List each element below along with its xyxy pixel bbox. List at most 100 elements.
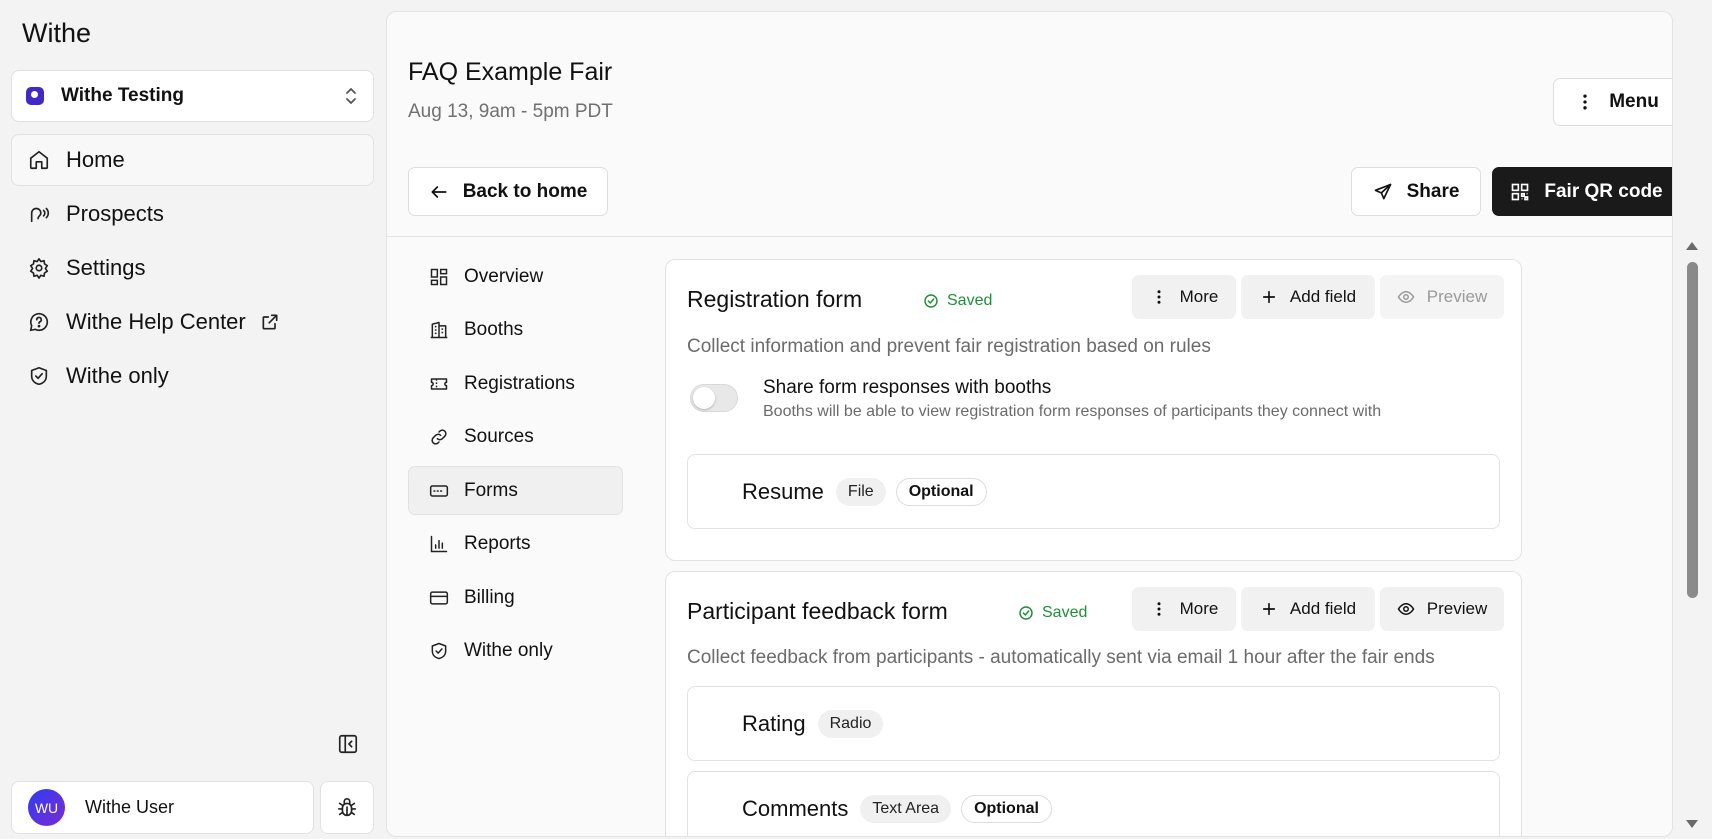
header-divider bbox=[387, 236, 1672, 237]
tab-forms[interactable]: Forms bbox=[408, 466, 623, 515]
form-title: Participant feedback form bbox=[687, 598, 948, 624]
preview-label: Preview bbox=[1426, 599, 1488, 618]
chart-icon bbox=[429, 534, 449, 554]
app-name: Withe bbox=[22, 18, 92, 48]
saved-label: Saved bbox=[947, 292, 993, 309]
sidebar-item-label: Home bbox=[66, 147, 125, 172]
main-panel: FAQ Example Fair Aug 13, 9am - 5pm PDT M… bbox=[386, 11, 1673, 837]
sidebar-item-label: Withe only bbox=[66, 363, 169, 388]
menu-button-label: Menu bbox=[1609, 91, 1659, 112]
optional-badge: Optional bbox=[895, 477, 987, 506]
form-description: Collect information and prevent fair reg… bbox=[687, 336, 1211, 357]
shield-icon bbox=[28, 365, 50, 387]
subnav-label: Reports bbox=[464, 533, 531, 554]
bug-icon bbox=[336, 797, 358, 819]
subnav-label: Registrations bbox=[464, 372, 575, 394]
check-circle-icon bbox=[1018, 605, 1034, 621]
more-button[interactable]: More bbox=[1132, 587, 1236, 631]
add-field-button[interactable]: Add field bbox=[1241, 275, 1375, 319]
back-to-home-button[interactable]: Back to home bbox=[408, 167, 608, 216]
sidebar-item-prospects[interactable]: Prospects bbox=[11, 188, 374, 240]
add-field-label: Add field bbox=[1289, 287, 1357, 306]
qr-code-icon bbox=[1510, 182, 1530, 202]
overview-icon bbox=[429, 267, 449, 287]
preview-button[interactable]: Preview bbox=[1380, 275, 1504, 319]
plus-icon bbox=[1260, 288, 1278, 306]
more-button[interactable]: More bbox=[1132, 275, 1236, 319]
scroll-down-arrow[interactable] bbox=[1686, 820, 1698, 828]
gear-icon bbox=[28, 257, 50, 279]
fair-subnav: Overview Booths Registrations Sources Fo… bbox=[408, 252, 623, 680]
tab-reports[interactable]: Reports bbox=[408, 520, 623, 569]
sidebar-item-withe-only[interactable]: Withe only bbox=[11, 350, 374, 402]
share-toggle-subtitle: Booths will be able to view registration… bbox=[763, 403, 1382, 420]
ticket-icon bbox=[429, 374, 449, 394]
share-toggle-title: Share form responses with booths bbox=[763, 377, 1052, 398]
field-type-badge: File bbox=[835, 477, 886, 506]
scroll-up-arrow[interactable] bbox=[1686, 242, 1698, 250]
send-icon bbox=[1373, 182, 1393, 202]
add-field-label: Add field bbox=[1289, 599, 1357, 618]
building-icon bbox=[429, 320, 449, 340]
form-field-row[interactable]: Resume File Optional bbox=[687, 454, 1500, 529]
field-label: Rating bbox=[742, 710, 806, 736]
tab-registrations[interactable]: Registrations bbox=[408, 359, 623, 408]
sidebar-item-home[interactable]: Home bbox=[11, 134, 374, 186]
qr-button-label: Fair QR code bbox=[1544, 180, 1663, 202]
prospects-icon bbox=[28, 203, 50, 225]
subnav-label: Billing bbox=[464, 586, 515, 608]
sidebar-item-help-center[interactable]: Withe Help Center bbox=[11, 296, 374, 348]
avatar: WU bbox=[28, 789, 65, 826]
tab-withe-only[interactable]: Withe only bbox=[408, 627, 623, 676]
sidebar-item-label: Settings bbox=[66, 255, 146, 280]
feedback-form-card: Participant feedback form Saved More Add… bbox=[665, 571, 1522, 836]
tab-booths[interactable]: Booths bbox=[408, 306, 623, 355]
sidebar-item-label: Prospects bbox=[66, 201, 164, 226]
org-name: Withe Testing bbox=[61, 85, 184, 106]
subnav-label: Withe only bbox=[464, 640, 553, 661]
page-subtitle: Aug 13, 9am - 5pm PDT bbox=[408, 101, 613, 122]
eye-icon bbox=[1397, 288, 1415, 306]
bug-report-button[interactable] bbox=[320, 781, 374, 834]
arrow-left-icon bbox=[429, 182, 449, 202]
form-field-row[interactable]: Comments Text Area Optional bbox=[687, 771, 1500, 836]
more-label: More bbox=[1179, 599, 1219, 618]
sidebar: Withe Withe Testing Home Prospects Setti… bbox=[0, 0, 385, 839]
more-vertical-icon bbox=[1150, 600, 1168, 618]
sidebar-nav: Home Prospects Settings Withe Help Cente… bbox=[11, 134, 374, 404]
subnav-label: Sources bbox=[464, 426, 534, 447]
share-button[interactable]: Share bbox=[1351, 167, 1481, 216]
form-icon bbox=[429, 481, 449, 501]
user-name: Withe User bbox=[85, 797, 175, 817]
field-type-badge: Radio bbox=[817, 709, 884, 738]
sidebar-item-label: Withe Help Center bbox=[66, 309, 246, 334]
registration-form-card: Registration form Saved More Add field P… bbox=[665, 259, 1522, 561]
card-icon bbox=[429, 588, 449, 608]
home-icon bbox=[28, 149, 50, 171]
preview-label: Preview bbox=[1426, 287, 1488, 306]
tab-sources[interactable]: Sources bbox=[408, 413, 623, 462]
share-responses-toggle[interactable] bbox=[690, 384, 738, 412]
scrollbar-thumb[interactable] bbox=[1687, 262, 1698, 598]
tab-overview[interactable]: Overview bbox=[408, 252, 623, 301]
subnav-label: Booths bbox=[464, 319, 524, 340]
add-field-button[interactable]: Add field bbox=[1241, 587, 1375, 631]
form-field-row[interactable]: Rating Radio bbox=[687, 686, 1500, 761]
eye-icon bbox=[1397, 600, 1415, 618]
shield-icon bbox=[429, 641, 449, 661]
field-type-badge: Text Area bbox=[860, 794, 952, 823]
form-description: Collect feedback from participants - aut… bbox=[687, 647, 1435, 668]
optional-badge: Optional bbox=[961, 794, 1052, 823]
preview-button[interactable]: Preview bbox=[1380, 587, 1504, 631]
collapse-sidebar-icon[interactable] bbox=[337, 733, 359, 755]
tab-billing[interactable]: Billing bbox=[408, 573, 623, 622]
subnav-label: Forms bbox=[464, 479, 518, 501]
subnav-label: Overview bbox=[464, 265, 544, 287]
menu-button[interactable]: Menu bbox=[1553, 78, 1672, 126]
sidebar-item-settings[interactable]: Settings bbox=[11, 242, 374, 294]
check-circle-icon bbox=[923, 293, 939, 309]
org-switcher[interactable]: Withe Testing bbox=[11, 70, 374, 122]
user-card[interactable]: WU Withe User bbox=[11, 781, 314, 834]
fair-qr-code-button[interactable]: Fair QR code bbox=[1492, 167, 1672, 216]
more-vertical-icon bbox=[1575, 92, 1595, 112]
